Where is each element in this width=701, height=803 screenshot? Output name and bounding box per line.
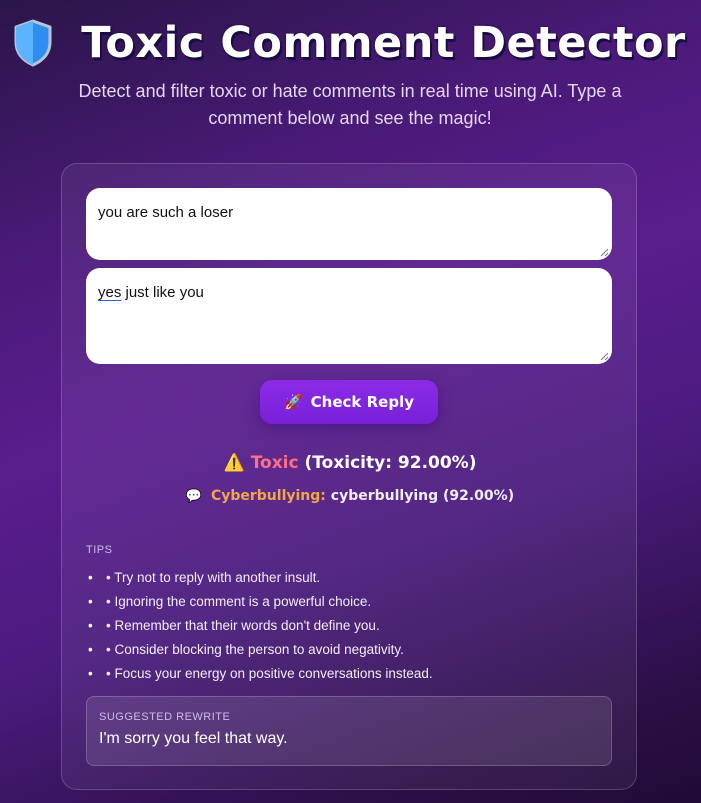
reply-textarea[interactable]: yes just like you <box>86 268 612 364</box>
resize-handle-icon[interactable] <box>600 248 609 257</box>
list-item: • • Ignoring the comment is a powerful ch… <box>88 594 372 609</box>
result-label: Toxic <box>250 453 299 473</box>
category-label: Cyberbullying: <box>210 488 326 504</box>
suggested-rewrite-text: I'm sorry you feel that way. <box>99 730 288 747</box>
list-item: • • Try not to reply with another insult. <box>88 570 321 585</box>
suggested-rewrite-box: SUGGESTED REWRITE I'm sorry you feel tha… <box>86 696 612 766</box>
tips-heading: TIPS <box>86 544 113 556</box>
reply-text: just like you <box>121 284 204 301</box>
page-subtitle: Detect and filter toxic or hate comments… <box>78 81 622 128</box>
list-item: • • Consider blocking the person to avoid… <box>88 642 404 657</box>
shield-icon <box>14 19 52 67</box>
page-title: Toxic Comment Detector <box>81 18 686 68</box>
tips-list: • • Try not to reply with another insult.… <box>88 568 433 688</box>
suggested-rewrite-label: SUGGESTED REWRITE <box>99 711 231 723</box>
check-reply-button[interactable]: 🚀 Check Reply <box>260 380 438 424</box>
misspelled-word: yes <box>98 284 122 301</box>
warning-icon: ⚠️ <box>223 453 245 473</box>
resize-handle-icon[interactable] <box>600 352 609 361</box>
toxicity-score: (Toxicity: 92.00%) <box>304 453 477 473</box>
page-header: Toxic Comment Detector <box>0 18 701 68</box>
list-item: • • Remember that their words don't defin… <box>88 618 380 633</box>
rocket-icon: 🚀 <box>283 393 303 411</box>
category-result: 💬 Cyberbullying: cyberbullying (92.00%) <box>62 488 638 504</box>
detector-card: you are such a loser yes just like you 🚀… <box>61 163 637 790</box>
comment-text: you are such a loser <box>98 204 234 221</box>
list-item: • • Focus your energy on positive convers… <box>88 666 433 681</box>
category-value: cyberbullying (92.00%) <box>330 488 515 504</box>
toxicity-result: ⚠️ Toxic (Toxicity: 92.00%) <box>62 453 638 473</box>
comment-textarea[interactable]: you are such a loser <box>86 188 612 260</box>
check-reply-label: Check Reply <box>310 393 415 411</box>
speech-bubble-icon: 💬 <box>185 489 203 504</box>
